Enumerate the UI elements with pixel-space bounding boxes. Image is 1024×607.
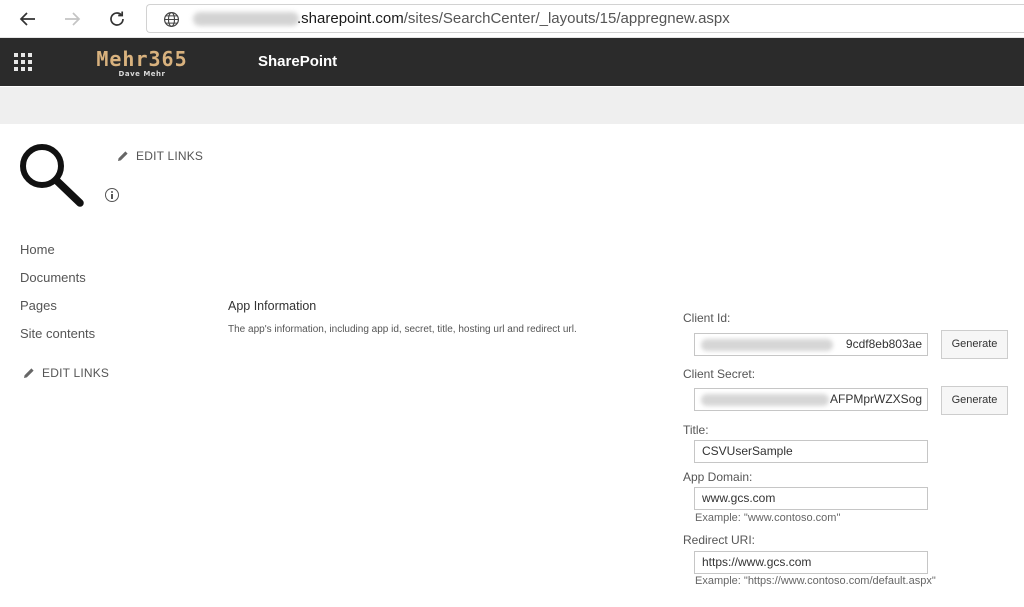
client-secret-redacted <box>701 394 829 406</box>
pencil-icon <box>118 151 128 161</box>
client-id-label: Client Id: <box>683 311 731 325</box>
browser-toolbar: .sharepoint.com/sites/SearchCenter/_layo… <box>0 0 1024 38</box>
app-domain-field[interactable]: www.gcs.com <box>694 487 928 510</box>
ribbon-band <box>0 87 1024 124</box>
generate-client-secret-button[interactable]: Generate <box>941 386 1008 415</box>
forward-arrow-icon <box>65 12 81 26</box>
client-secret-value: AFPMprWZXSog <box>829 392 922 406</box>
waffle-icon[interactable] <box>14 53 32 71</box>
back-button[interactable] <box>15 6 41 32</box>
url-redacted <box>193 12 299 26</box>
nav-item-home[interactable]: Home <box>20 240 95 268</box>
suite-app-name[interactable]: SharePoint <box>258 53 337 70</box>
brand-name: Mehr365 <box>96 47 188 71</box>
section-title: App Information <box>228 299 317 313</box>
client-id-value: 9cdf8eb803ae <box>845 337 922 351</box>
app-domain-example: Example: "www.contoso.com" <box>695 512 841 524</box>
client-id-field[interactable]: 9cdf8eb803ae <box>694 333 928 356</box>
globe-icon <box>163 11 180 28</box>
suite-bar: Mehr365 Dave Mehr SharePoint <box>0 38 1024 86</box>
quick-launch: Home Documents Pages Site contents <box>20 240 95 352</box>
nav-item-pages[interactable]: Pages <box>20 296 95 324</box>
redirect-uri-example: Example: "https://www.contoso.com/defaul… <box>695 575 936 587</box>
edit-links-bottom[interactable]: EDIT LINKS <box>23 366 109 380</box>
brand-subtitle: Dave Mehr <box>118 70 166 78</box>
nav-item-site-contents[interactable]: Site contents <box>20 324 95 352</box>
pencil-icon <box>24 368 34 378</box>
url-path: /sites/SearchCenter/_layouts/15/appregne… <box>403 10 730 27</box>
url-text: .sharepoint.com/sites/SearchCenter/_layo… <box>297 10 730 27</box>
app-domain-label: App Domain: <box>683 470 753 484</box>
info-icon[interactable] <box>105 188 119 202</box>
title-field[interactable]: CSVUserSample <box>694 440 928 463</box>
refresh-button[interactable] <box>104 6 130 32</box>
client-secret-label: Client Secret: <box>683 367 756 381</box>
back-arrow-icon <box>19 12 35 26</box>
redirect-uri-field[interactable]: https://www.gcs.com <box>694 551 928 574</box>
url-host: .sharepoint.com <box>297 10 404 27</box>
client-id-redacted <box>701 339 833 351</box>
edit-links-label: EDIT LINKS <box>136 149 204 163</box>
magnifier-icon[interactable] <box>18 142 90 208</box>
redirect-uri-label: Redirect URI: <box>683 533 756 547</box>
section-description: The app's information, including app id,… <box>228 324 577 335</box>
brand-logo[interactable]: Mehr365 Dave Mehr <box>86 48 198 79</box>
address-bar[interactable]: .sharepoint.com/sites/SearchCenter/_layo… <box>146 4 1024 33</box>
nav-item-documents[interactable]: Documents <box>20 268 95 296</box>
client-secret-field[interactable]: AFPMprWZXSog <box>694 388 928 411</box>
forward-button[interactable] <box>59 6 85 32</box>
edit-links-top[interactable]: EDIT LINKS <box>117 149 203 163</box>
generate-client-id-button[interactable]: Generate <box>941 330 1008 359</box>
refresh-icon <box>110 11 124 26</box>
edit-links-label: EDIT LINKS <box>42 366 110 380</box>
title-label: Title: <box>683 423 709 437</box>
